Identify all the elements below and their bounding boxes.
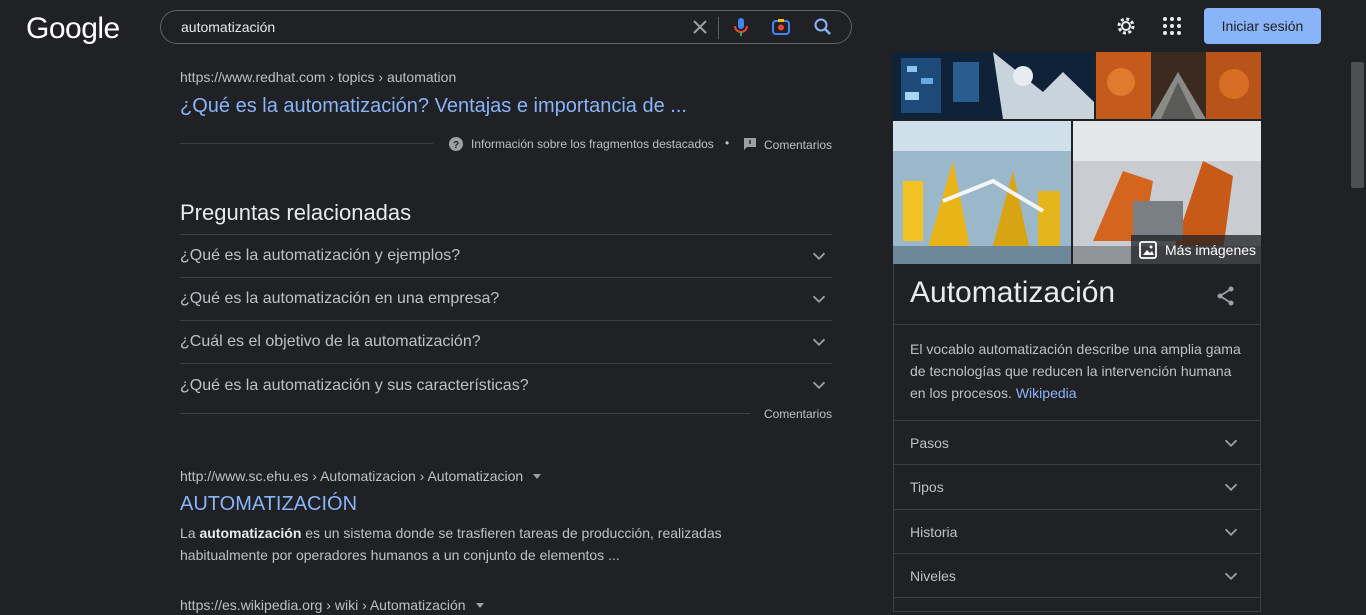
cite-path: › topics › automation — [325, 69, 457, 85]
chevron-down-icon — [1224, 572, 1238, 581]
image-thumbnail[interactable] — [893, 52, 1094, 119]
snippet-info-link[interactable]: Información sobre los fragmentos destaca… — [471, 137, 714, 151]
snippet-bold: automatización — [199, 525, 302, 541]
image-thumbnail[interactable] — [1096, 52, 1261, 119]
chevron-down-icon — [812, 252, 826, 261]
cite-domain: https://www.redhat.com — [180, 69, 326, 85]
divider — [180, 413, 750, 414]
result-cite[interactable]: https://www.redhat.com › topics › automa… — [180, 69, 456, 87]
featured-snippet-footer: ? Información sobre los fragmentos desta… — [180, 132, 832, 156]
chevron-down-icon — [1224, 439, 1238, 448]
svg-text:?: ? — [453, 140, 459, 151]
result-title-link[interactable]: AUTOMATIZACIÓN — [180, 493, 832, 516]
result-cite[interactable]: http://www.sc.ehu.es › Automatizacion › … — [180, 468, 832, 486]
cite-path: › wiki › Automatización — [322, 597, 466, 613]
mic-icon[interactable] — [729, 15, 753, 39]
gear-icon[interactable] — [1114, 14, 1138, 38]
paa-list: ¿Qué es la automatización y ejemplos? ¿Q… — [180, 234, 832, 407]
chevron-down-icon — [812, 295, 826, 304]
more-images-label: Más imágenes — [1165, 241, 1257, 258]
chevron-down-icon — [1224, 483, 1238, 492]
feedback-icon[interactable] — [742, 136, 758, 152]
knowledge-panel: Más imágenes Automatización El vocablo a… — [893, 52, 1261, 612]
divider — [894, 324, 1260, 325]
google-logo[interactable]: Google — [26, 12, 120, 46]
paa-question-text: ¿Qué es la automatización y sus caracter… — [180, 376, 529, 394]
clear-icon[interactable] — [688, 15, 712, 39]
chevron-down-icon — [812, 381, 826, 390]
search-icon[interactable] — [811, 15, 835, 39]
divider — [180, 143, 433, 144]
paa-question[interactable]: ¿Qué es la automatización en una empresa… — [180, 278, 832, 321]
signin-button[interactable]: Iniciar sesión — [1204, 8, 1321, 44]
chevron-down-icon — [1224, 528, 1238, 537]
paa-question-text: ¿Qué es la automatización en una empresa… — [180, 290, 500, 307]
kp-row-label: Pasos — [910, 435, 949, 451]
paa-question[interactable]: ¿Qué es la automatización y ejemplos? — [180, 235, 832, 278]
kp-row-historia[interactable]: Historia — [894, 509, 1260, 553]
result-snippet: La automatización es un sistema donde se… — [180, 522, 740, 566]
paa-question[interactable]: ¿Qué es la automatización y sus caracter… — [180, 364, 832, 407]
caret-down-icon[interactable] — [475, 603, 484, 609]
paa-comments-link[interactable]: Comentarios — [764, 407, 832, 421]
divider — [894, 597, 1260, 598]
wikipedia-link[interactable]: Wikipedia — [1016, 385, 1077, 401]
comments-link[interactable]: Comentarios — [764, 138, 832, 152]
image-icon — [1139, 240, 1157, 259]
top-bar: Google automatización Iniciar sesión — [0, 0, 1366, 52]
scrollbar-thumb[interactable] — [1351, 62, 1364, 188]
lens-icon[interactable] — [769, 15, 793, 39]
kp-row-pasos[interactable]: Pasos — [894, 420, 1260, 464]
kp-row-niveles[interactable]: Niveles — [894, 553, 1260, 597]
kp-row-label: Niveles — [910, 568, 956, 584]
cite-domain: https://es.wikipedia.org — [180, 597, 323, 613]
paa-question-text: ¿Qué es la automatización y ejemplos? — [180, 247, 461, 264]
search-box[interactable]: automatización — [160, 10, 852, 44]
search-divider — [718, 17, 719, 39]
kp-description: El vocablo automatización describe una a… — [910, 338, 1250, 404]
caret-down-icon[interactable] — [533, 474, 542, 480]
chevron-down-icon — [812, 338, 826, 347]
image-thumbnail[interactable] — [893, 121, 1071, 264]
result-title-link[interactable]: ¿Qué es la automatización? Ventajas e im… — [180, 95, 687, 118]
cite-domain: http://www.sc.ehu.es — [180, 468, 309, 484]
bullet: • — [725, 136, 730, 150]
snippet-text: La — [180, 525, 200, 541]
cite-path: › Automatizacion › Automatizacion — [308, 468, 524, 484]
paa-footer: Comentarios — [180, 404, 832, 424]
paa-question-text: ¿Cuál es el objetivo de la automatizació… — [180, 333, 481, 350]
paa-title: Preguntas relacionadas — [180, 200, 412, 225]
help-icon[interactable]: ? — [448, 136, 464, 152]
share-icon[interactable] — [1214, 284, 1238, 308]
knowledge-panel-body: Automatización El vocablo automatización… — [893, 264, 1261, 612]
kp-title: Automatización — [910, 276, 1116, 309]
kp-row-tipos[interactable]: Tipos — [894, 464, 1260, 508]
search-result: http://www.sc.ehu.es › Automatizacion › … — [180, 468, 832, 566]
search-input[interactable]: automatización — [181, 19, 275, 35]
kp-row-label: Historia — [910, 524, 958, 540]
apps-icon[interactable] — [1160, 14, 1184, 38]
paa-question[interactable]: ¿Cuál es el objetivo de la automatizació… — [180, 321, 832, 364]
more-images-button[interactable]: Más imágenes — [1131, 235, 1261, 264]
kp-row-label: Tipos — [910, 479, 944, 495]
result-cite[interactable]: https://es.wikipedia.org › wiki › Automa… — [180, 597, 484, 615]
